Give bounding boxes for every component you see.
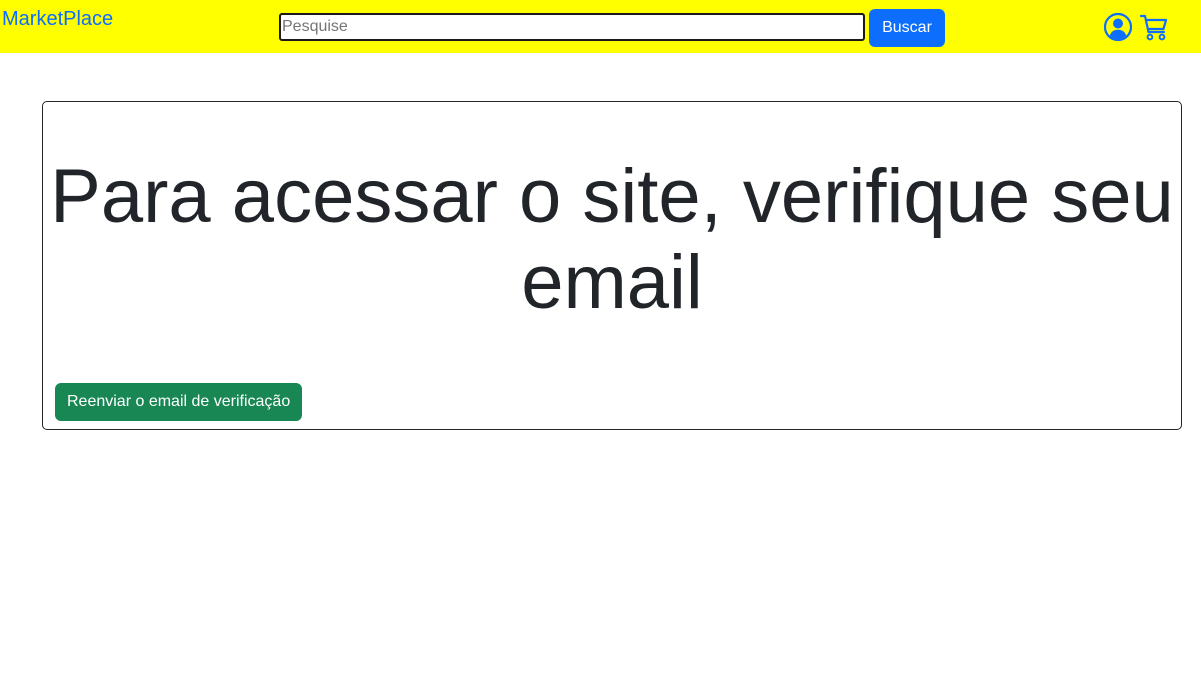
search-button[interactable]: Buscar bbox=[869, 9, 945, 47]
verification-card: Para acessar o site, verifique seu email… bbox=[42, 101, 1182, 430]
brand-link[interactable]: MarketPlace bbox=[2, 7, 113, 31]
cart-icon[interactable] bbox=[1139, 12, 1169, 42]
user-icon[interactable] bbox=[1103, 12, 1133, 42]
search-input[interactable] bbox=[279, 13, 865, 41]
verification-message: Para acessar o site, verifique seu email bbox=[50, 154, 1174, 325]
resend-verification-email-button[interactable]: Reenviar o email de verificação bbox=[55, 383, 303, 421]
navbar: MarketPlace Buscar bbox=[0, 0, 1201, 53]
